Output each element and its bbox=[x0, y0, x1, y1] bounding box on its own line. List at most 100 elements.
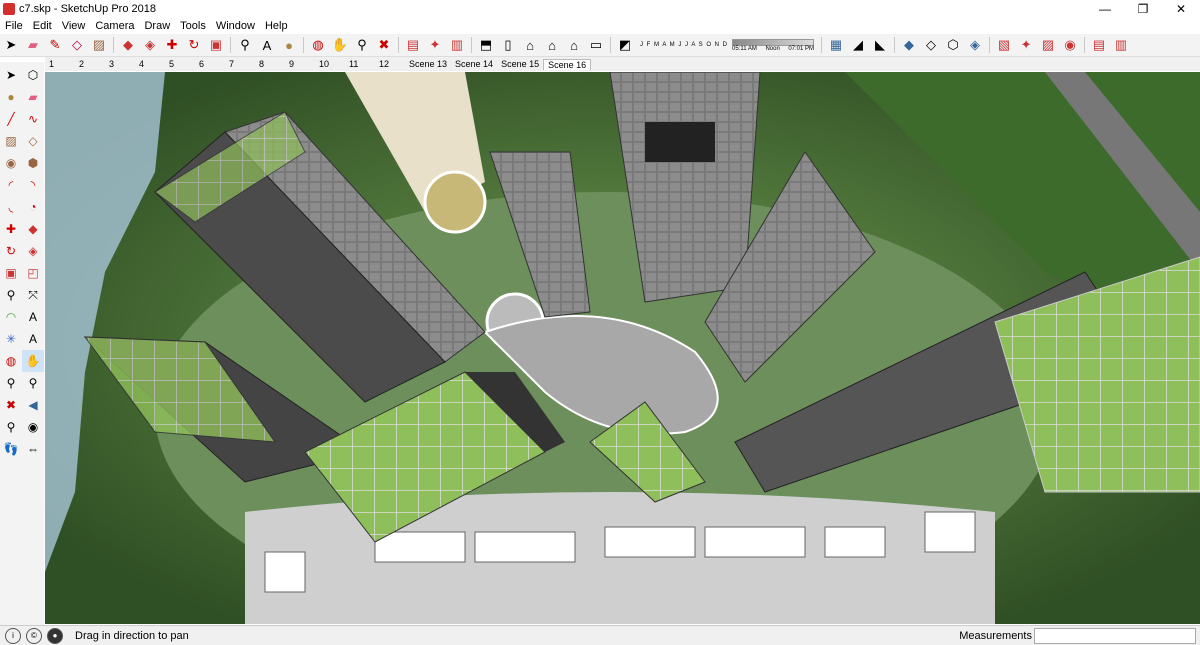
pencil-line-icon[interactable]: ✎ bbox=[46, 36, 64, 54]
freehand-icon[interactable]: ∿ bbox=[22, 108, 44, 130]
rotated-rectangle-icon[interactable]: ◇ bbox=[22, 130, 44, 152]
menu-file[interactable]: File bbox=[0, 20, 28, 32]
eraser-icon[interactable]: ▰ bbox=[24, 36, 42, 54]
scale-icon[interactable]: ▣ bbox=[207, 36, 225, 54]
zoom-extents-icon[interactable]: ✖ bbox=[0, 394, 22, 416]
protractor-icon[interactable]: ◠ bbox=[0, 306, 22, 328]
scene-tab[interactable]: 8 bbox=[255, 59, 285, 69]
scene-tab[interactable]: 12 bbox=[375, 59, 405, 69]
scene-tab[interactable]: 5 bbox=[165, 59, 195, 69]
style-builder-icon[interactable]: ◉ bbox=[1061, 36, 1079, 54]
scene-tab[interactable]: 4 bbox=[135, 59, 165, 69]
zoom-icon[interactable]: ⚲ bbox=[0, 372, 22, 394]
back-edges-icon[interactable]: ◢ bbox=[849, 36, 867, 54]
zoom-extents-icon[interactable]: ✖ bbox=[375, 36, 393, 54]
menu-edit[interactable]: Edit bbox=[28, 20, 57, 32]
scene-tab[interactable]: Scene 15 bbox=[497, 59, 543, 69]
right-view-icon[interactable]: ▭ bbox=[587, 36, 605, 54]
scene-tab[interactable]: Scene 13 bbox=[405, 59, 451, 69]
shadow-time-track[interactable] bbox=[732, 38, 815, 46]
shadow-time-slider[interactable]: 05:11 AM Noon 07:01 PM bbox=[732, 38, 815, 52]
menu-window[interactable]: Window bbox=[211, 20, 260, 32]
scale-icon[interactable]: ▣ bbox=[0, 262, 22, 284]
measurements-input[interactable] bbox=[1034, 628, 1196, 644]
iso-view-icon[interactable]: ⌂ bbox=[521, 36, 539, 54]
layout-icon[interactable]: ▨ bbox=[1039, 36, 1057, 54]
push-pull-icon[interactable]: ◆ bbox=[119, 36, 137, 54]
move-icon[interactable]: ✚ bbox=[0, 218, 22, 240]
orbit-icon[interactable]: ◍ bbox=[0, 350, 22, 372]
close-button[interactable]: ✕ bbox=[1162, 0, 1200, 18]
text-icon[interactable]: A bbox=[22, 306, 44, 328]
tape-measure-icon[interactable]: ⚲ bbox=[0, 284, 22, 306]
zoom-window-icon[interactable]: ⚲ bbox=[22, 372, 44, 394]
styles-icon[interactable]: ⬒ bbox=[477, 36, 495, 54]
hidden-line-icon[interactable]: ◆ bbox=[900, 36, 918, 54]
paint-bucket-icon[interactable]: ● bbox=[0, 86, 22, 108]
top-view-icon[interactable]: ⌂ bbox=[543, 36, 561, 54]
scene-tab[interactable]: 3 bbox=[105, 59, 135, 69]
scene-tab[interactable]: 9 bbox=[285, 59, 315, 69]
select-icon[interactable]: ➤ bbox=[0, 64, 22, 86]
two-point-arc-icon[interactable]: ◝ bbox=[22, 174, 44, 196]
paint-icon[interactable]: ● bbox=[280, 36, 298, 54]
scene-tab[interactable]: 2 bbox=[75, 59, 105, 69]
maximize-button[interactable]: ❐ bbox=[1124, 0, 1162, 18]
menu-tools[interactable]: Tools bbox=[175, 20, 211, 32]
text-icon[interactable]: A bbox=[258, 36, 276, 54]
minimize-button[interactable]: — bbox=[1086, 0, 1124, 18]
shadow-month-slider[interactable]: J F M A M J J A S O N D bbox=[640, 42, 728, 48]
polygon-icon[interactable]: ⬢ bbox=[22, 152, 44, 174]
scene-tab[interactable]: 10 bbox=[315, 59, 345, 69]
pie-icon[interactable]: ◔ bbox=[22, 196, 44, 218]
geo-location-icon[interactable]: i bbox=[5, 627, 21, 644]
scene-tab[interactable]: 6 bbox=[195, 59, 225, 69]
model-info-icon[interactable]: ✦ bbox=[1017, 36, 1035, 54]
shaded-icon[interactable]: ◇ bbox=[922, 36, 940, 54]
xray-icon[interactable]: ▦ bbox=[827, 36, 845, 54]
push-pull-icon[interactable]: ◆ bbox=[22, 218, 44, 240]
menu-camera[interactable]: Camera bbox=[90, 20, 139, 32]
follow-me-icon[interactable]: ◈ bbox=[141, 36, 159, 54]
menu-help[interactable]: Help bbox=[260, 20, 293, 32]
rotate-icon[interactable]: ↻ bbox=[0, 240, 22, 262]
previous-view-icon[interactable]: ◀ bbox=[22, 394, 44, 416]
make-component-icon[interactable]: ⬡ bbox=[22, 64, 44, 86]
rotate-icon[interactable]: ↻ bbox=[185, 36, 203, 54]
monochrome-icon[interactable]: ◈ bbox=[966, 36, 984, 54]
paint-bucket-icon[interactable]: ▨ bbox=[90, 36, 108, 54]
tape-measure-icon[interactable]: ⚲ bbox=[236, 36, 254, 54]
circle-icon[interactable]: ◉ bbox=[0, 152, 22, 174]
dimension-icon[interactable]: ⤧ bbox=[22, 284, 44, 306]
scene-tab[interactable]: 7 bbox=[225, 59, 255, 69]
front-view-icon[interactable]: ⌂ bbox=[565, 36, 583, 54]
look-around-icon[interactable]: ◉ bbox=[22, 416, 44, 438]
credits-icon[interactable]: © bbox=[26, 627, 42, 644]
three-point-arc-icon[interactable]: ◟ bbox=[0, 196, 22, 218]
wireframe-icon[interactable]: ◣ bbox=[871, 36, 889, 54]
scene-tab[interactable]: 1 bbox=[45, 59, 75, 69]
move-icon[interactable]: ✚ bbox=[163, 36, 181, 54]
extension-warehouse-icon[interactable]: ✦ bbox=[426, 36, 444, 54]
follow-me-icon[interactable]: ◈ bbox=[22, 240, 44, 262]
pan-icon[interactable]: ✋ bbox=[331, 36, 349, 54]
line-icon[interactable]: ╱ bbox=[0, 108, 22, 130]
section-plane-icon[interactable]: ⇔ bbox=[22, 438, 44, 460]
user-account-icon[interactable]: ● bbox=[47, 627, 63, 644]
axes-icon[interactable]: ✳ bbox=[0, 328, 22, 350]
rectangle-icon[interactable]: ▨ bbox=[0, 130, 22, 152]
scene-tab[interactable]: 11 bbox=[345, 59, 375, 69]
send-to-layout-icon[interactable]: ▤ bbox=[1090, 36, 1108, 54]
scene-tab[interactable]: Scene 14 bbox=[451, 59, 497, 69]
orbit-icon[interactable]: ◍ bbox=[309, 36, 327, 54]
eraser-icon[interactable]: ▰ bbox=[22, 86, 44, 108]
generate-report-icon[interactable]: ▥ bbox=[1112, 36, 1130, 54]
3d-warehouse-icon[interactable]: ▤ bbox=[404, 36, 422, 54]
section-plane-icon[interactable]: ▯ bbox=[499, 36, 517, 54]
zoom-icon[interactable]: ⚲ bbox=[353, 36, 371, 54]
3d-text-icon[interactable]: A bbox=[22, 328, 44, 350]
shaded-textures-icon[interactable]: ⬡ bbox=[944, 36, 962, 54]
arc-icon[interactable]: ◜ bbox=[0, 174, 22, 196]
components-icon[interactable]: ▥ bbox=[448, 36, 466, 54]
shape-rectangle-icon[interactable]: ◇ bbox=[68, 36, 86, 54]
